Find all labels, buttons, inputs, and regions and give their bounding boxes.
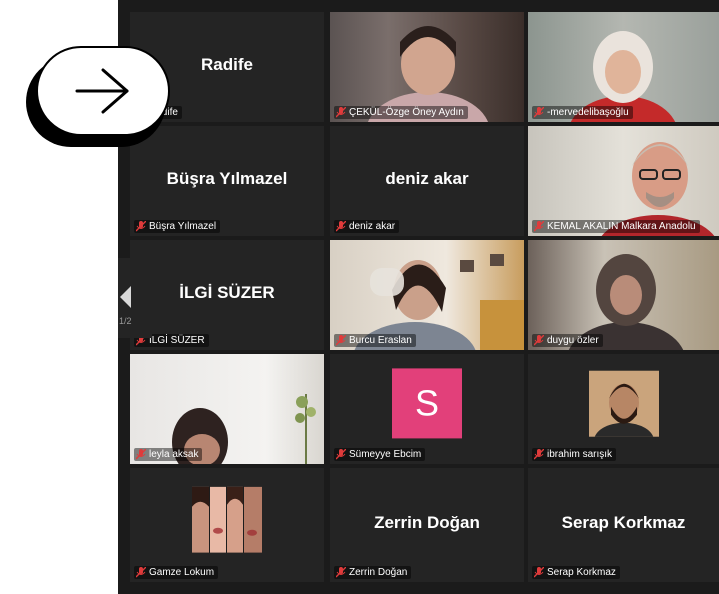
- participant-profile-photo: [588, 370, 659, 437]
- participant-label: deniz akar: [334, 220, 400, 233]
- participant-label: Serap Korkmaz: [532, 566, 620, 579]
- participant-name-display: İLGİ SÜZER: [179, 283, 275, 302]
- participant-label: duygu özler: [532, 334, 603, 347]
- microphone-muted-icon: [136, 221, 146, 232]
- person-photo: [594, 383, 653, 437]
- participant-footer-name: ÇEKÜL-Özge Öney Aydın: [349, 107, 464, 118]
- participant-label: Sümeyye Ebcim: [334, 448, 426, 461]
- participant-footer-name: İLGİ SÜZER: [149, 335, 205, 346]
- participant-footer-name: Zerrin Doğan: [349, 567, 408, 578]
- microphone-muted-icon: [534, 221, 544, 232]
- participant-label: -mervedelibaşoğlu: [532, 106, 633, 119]
- microphone-muted-icon: [336, 107, 346, 118]
- microphone-muted-icon: [136, 567, 146, 578]
- participant-tile[interactable]: -mervedelibaşoğlu: [528, 12, 719, 122]
- participant-footer-name: Sümeyye Ebcim: [349, 449, 422, 460]
- participant-label: Zerrin Doğan: [334, 566, 412, 579]
- participant-footer-name: leyla aksak: [149, 449, 199, 460]
- participant-label: ibrahim sarışık: [532, 448, 617, 461]
- participant-profile-photo: [192, 486, 262, 553]
- participant-name-display: Zerrin Doğan: [374, 513, 480, 532]
- participant-tile[interactable]: Büşra Yılmazel Büşra Yılmazel: [130, 126, 324, 236]
- participant-footer-name: Büşra Yılmazel: [149, 221, 217, 232]
- participant-tile[interactable]: S Sümeyye Ebcim: [330, 354, 524, 464]
- participant-label: ÇEKÜL-Özge Öney Aydın: [334, 106, 468, 119]
- participant-tile[interactable]: KEMAL AKALIN Malkara Anadolu: [528, 126, 719, 236]
- participant-label: KEMAL AKALIN Malkara Anadolu: [532, 220, 700, 233]
- page-indicator: 1/2: [119, 316, 132, 326]
- meeting-gallery: Radife Radife ÇEKÜL-Özge Öney Aydın: [118, 0, 719, 594]
- participant-tile[interactable]: deniz akar deniz akar: [330, 126, 524, 236]
- participant-tile[interactable]: Gamze Lokum: [130, 468, 324, 582]
- participant-tile[interactable]: duygu özler: [528, 240, 719, 350]
- microphone-muted-icon: [336, 449, 346, 460]
- person-photo: [192, 486, 262, 553]
- chevron-left-icon: [120, 286, 131, 308]
- participant-tile[interactable]: ibrahim sarışık: [528, 354, 719, 464]
- participant-footer-name: Gamze Lokum: [149, 567, 215, 578]
- participant-tile[interactable]: Zerrin Doğan Zerrin Doğan: [330, 468, 524, 582]
- participant-name-display: Büşra Yılmazel: [166, 169, 288, 188]
- participant-name-display: Serap Korkmaz: [561, 513, 686, 532]
- participant-label: Burcu Eraslan: [334, 334, 416, 347]
- previous-page-button[interactable]: 1/2: [118, 258, 152, 338]
- participant-tile[interactable]: leyla aksak: [130, 354, 324, 464]
- microphone-muted-icon: [534, 335, 544, 346]
- participant-footer-name: duygu özler: [547, 335, 599, 346]
- microphone-muted-icon: [336, 567, 346, 578]
- participant-footer-name: Serap Korkmaz: [547, 567, 616, 578]
- participant-footer-name: ibrahim sarışık: [547, 449, 613, 460]
- participant-label: Büşra Yılmazel: [134, 220, 221, 233]
- participant-name-display: deniz akar: [385, 169, 469, 188]
- microphone-muted-icon: [136, 449, 146, 460]
- next-arrow-button[interactable]: [36, 46, 170, 136]
- microphone-muted-icon: [336, 221, 346, 232]
- participant-label: leyla aksak: [134, 448, 203, 461]
- participant-label: Gamze Lokum: [134, 566, 219, 579]
- participant-footer-name: KEMAL AKALIN Malkara Anadolu: [547, 221, 696, 232]
- participant-tile[interactable]: İLGİ SÜZER İLGİ SÜZER: [130, 240, 324, 350]
- microphone-muted-icon: [534, 567, 544, 578]
- microphone-muted-icon: [534, 449, 544, 460]
- participant-tile[interactable]: Burcu Eraslan: [330, 240, 524, 350]
- arrow-right-icon: [75, 68, 129, 114]
- microphone-muted-icon: [336, 335, 346, 346]
- participant-tile[interactable]: Serap Korkmaz Serap Korkmaz: [528, 468, 719, 582]
- participant-footer-name: deniz akar: [349, 221, 396, 232]
- participant-footer-name: -mervedelibaşoğlu: [547, 107, 629, 118]
- microphone-muted-icon: [534, 107, 544, 118]
- participant-tile[interactable]: ÇEKÜL-Özge Öney Aydın: [330, 12, 524, 122]
- participant-footer-name: Burcu Eraslan: [349, 335, 412, 346]
- participant-avatar: S: [392, 368, 462, 439]
